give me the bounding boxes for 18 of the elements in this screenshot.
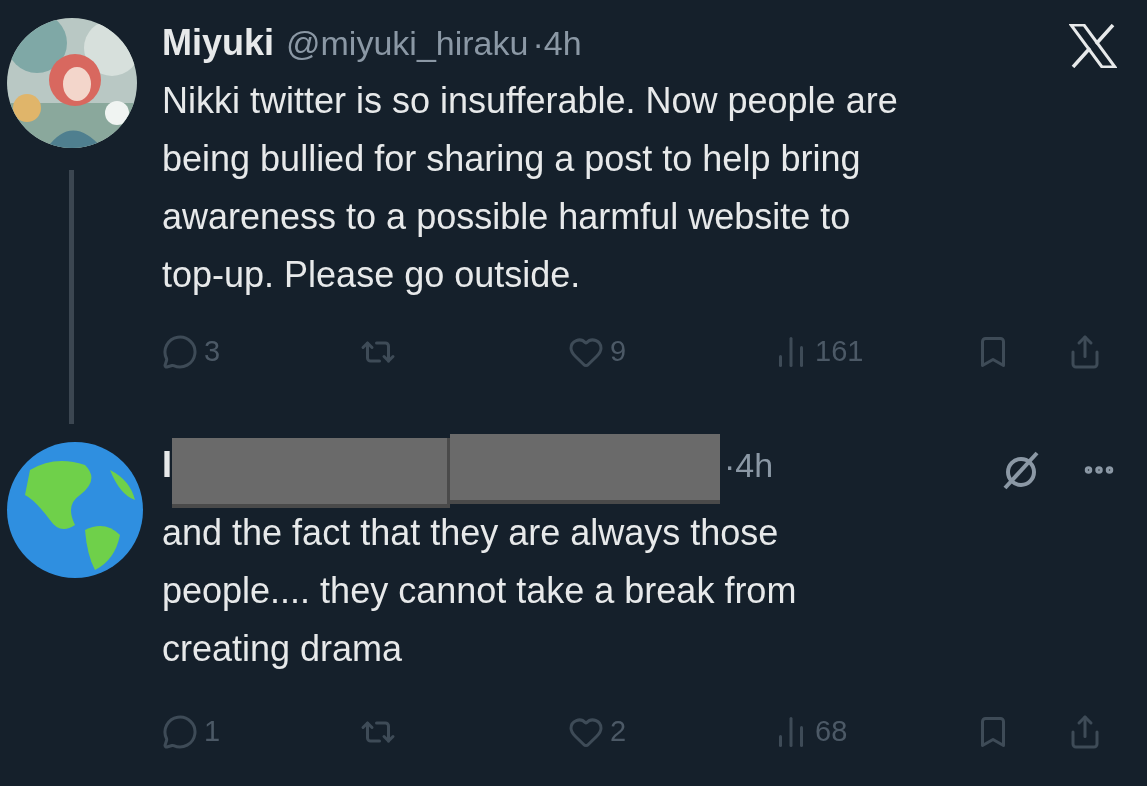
globe-icon bbox=[5, 440, 145, 580]
stat-count: 161 bbox=[815, 334, 864, 369]
stat-count: 9 bbox=[610, 334, 627, 369]
author-name[interactable]: I bbox=[162, 438, 172, 492]
x-logo-icon[interactable] bbox=[1069, 24, 1117, 68]
reply-icon[interactable] bbox=[162, 333, 198, 370]
post-text: Nikki twitter is so insufferable. Now people are being bullied for sharing a post to help bring awareness to a possible harmful website to top-up. Please go outside. bbox=[162, 79, 899, 297]
post-time: ·4h bbox=[532, 22, 582, 64]
author-name[interactable]: Miyuki bbox=[162, 16, 275, 70]
stat-count: 1 bbox=[204, 714, 221, 749]
slashed-circle-icon[interactable] bbox=[1001, 450, 1041, 490]
stat-count: 68 bbox=[815, 714, 848, 749]
stat-count: 3 bbox=[204, 334, 221, 369]
post-text: and the fact that they are always those people.... they cannot take a break from creating drama bbox=[162, 511, 798, 671]
author-handle[interactable]: @miyuki_hiraku bbox=[286, 17, 529, 69]
reply-icon[interactable] bbox=[162, 713, 198, 750]
post-time: ·4h bbox=[724, 444, 774, 486]
stat-count: 2 bbox=[610, 714, 627, 749]
